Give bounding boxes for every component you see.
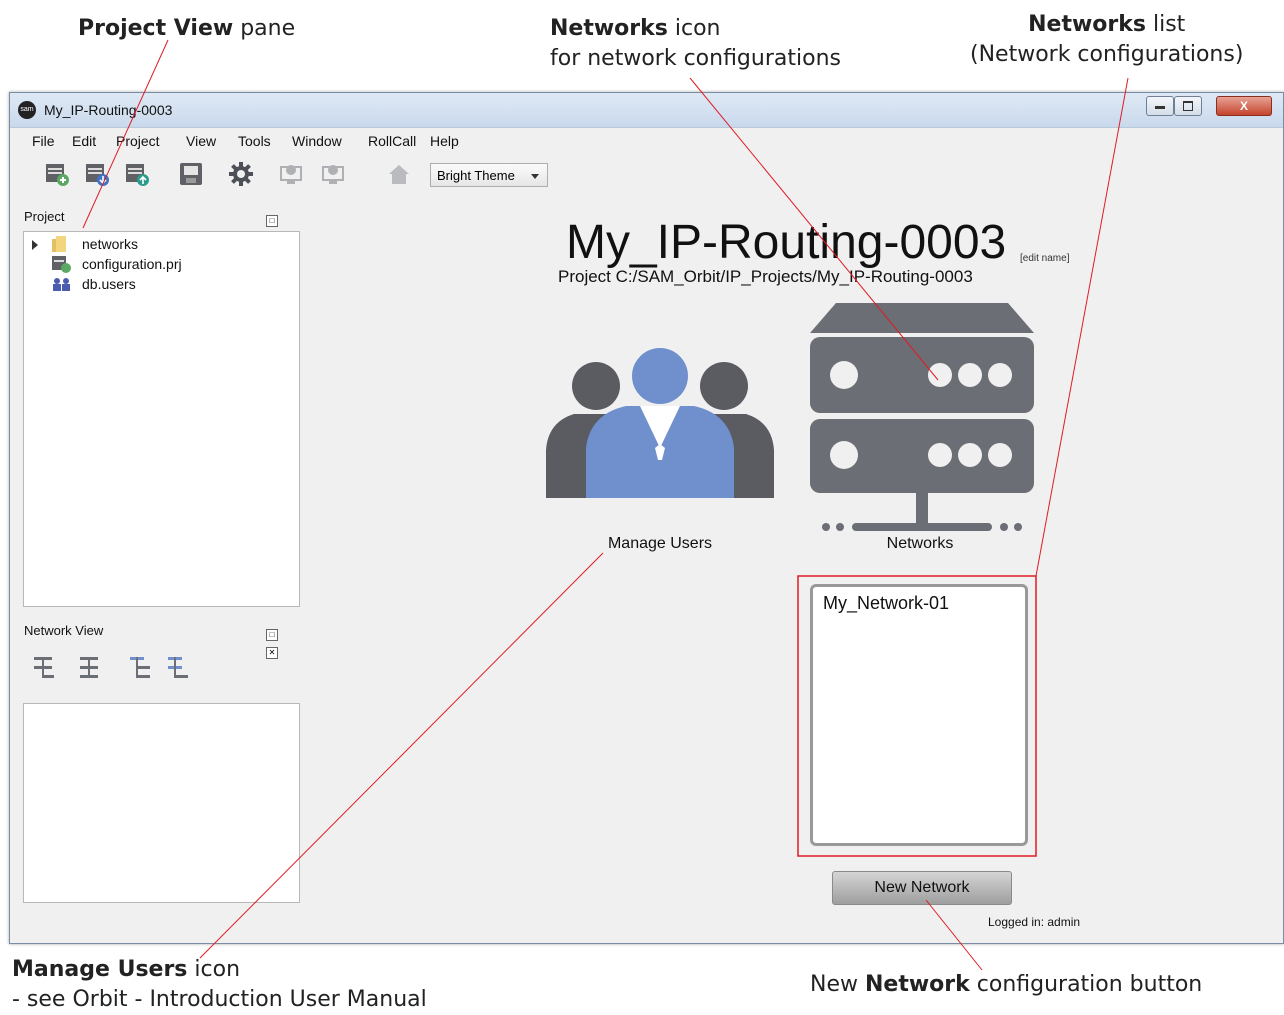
leader-line-manage-users — [199, 552, 604, 959]
leader-line-new-network — [925, 899, 983, 971]
leader-line-networks-list — [1035, 77, 1129, 577]
leader-line-networks-icon — [689, 77, 939, 381]
networks-list-highlight-box — [797, 575, 1037, 857]
leader-line-project-view — [82, 39, 169, 229]
callout-overlay — [82, 39, 1129, 971]
